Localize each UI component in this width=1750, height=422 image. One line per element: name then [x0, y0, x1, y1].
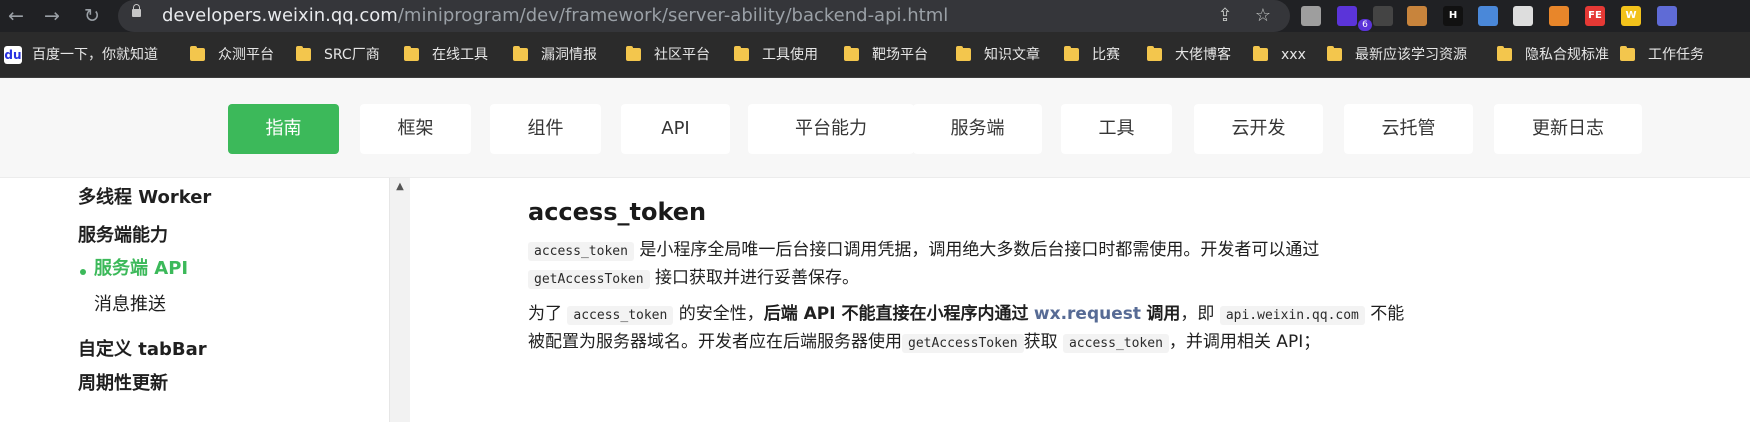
- top-navigation: 指南 框架 组件 API 平台能力 服务端 工具 云开发 云托管 更新日志: [0, 78, 1750, 178]
- browser-toolbar: ← → ↻ developers.weixin.qq.com/miniprogr…: [0, 0, 1750, 32]
- folder-icon: [626, 46, 641, 61]
- bookmark-label: 工具使用: [762, 47, 818, 63]
- strong-text: 调用: [1146, 304, 1181, 324]
- folder-icon: [513, 46, 528, 61]
- paragraph-1: access_token 是小程序全局唯一后台接口调用凭据，调用绝大多数后台接口…: [528, 236, 1319, 266]
- pin-extension-icon[interactable]: [1478, 6, 1498, 26]
- tab-guide[interactable]: 指南: [228, 104, 339, 154]
- cookie-extension-icon[interactable]: [1407, 6, 1427, 26]
- h-extension-icon[interactable]: H: [1443, 6, 1463, 26]
- arrow-extension-icon[interactable]: [1549, 6, 1569, 26]
- bookmark-label: 社区平台: [654, 47, 710, 63]
- stack-extension-icon[interactable]: [1337, 6, 1357, 26]
- bookmark-label: 知识文章: [984, 47, 1040, 63]
- paragraph-2-line-2: 被配置为服务器域名。开发者应在后端服务器使用 getAccessToken 获取 a…: [528, 328, 1320, 358]
- text: 是小程序全局唯一后台接口调用凭据，调用绝大多数后台接口时都需使用。开发者可以通过: [639, 240, 1320, 260]
- sidebar-item-server-ability[interactable]: 服务端能力: [78, 224, 168, 248]
- tab-api[interactable]: API: [621, 104, 730, 154]
- inline-code: getAccessToken: [528, 270, 650, 289]
- bookmark-label: 大佬博客: [1175, 47, 1231, 63]
- url-host: developers.weixin.qq.com: [162, 5, 398, 26]
- wx-request-link[interactable]: wx.request: [1034, 304, 1141, 324]
- bookmark-label: SRC厂商: [324, 47, 380, 63]
- section-heading: access_token: [528, 198, 707, 226]
- folder-icon: [1620, 46, 1635, 61]
- text: ，即: [1180, 304, 1215, 324]
- inline-code: api.weixin.qq.com: [1219, 306, 1365, 325]
- bookmark-label: 漏洞情报: [541, 47, 597, 63]
- sidebar-item-push[interactable]: 消息推送: [94, 293, 166, 317]
- address-bar[interactable]: developers.weixin.qq.com/miniprogram/dev…: [118, 0, 1290, 32]
- tab-platform[interactable]: 平台能力: [748, 104, 914, 154]
- folder-icon: [1064, 46, 1079, 61]
- robot-extension-icon[interactable]: [1513, 6, 1533, 26]
- bookmark-label: 众测平台: [218, 47, 274, 63]
- sidebar-scrollbar[interactable]: ▲: [390, 178, 410, 422]
- tab-server[interactable]: 服务端: [913, 104, 1042, 154]
- fe-extension-icon[interactable]: FE: [1585, 6, 1605, 26]
- bookmark-label: 隐私合规标准: [1525, 47, 1609, 63]
- text: 不能: [1370, 304, 1405, 324]
- bookmarks-bar: du 百度一下，你就知道 众测平台 SRC厂商 在线工具 漏洞情报 社区平台 工具使用 靶场平台…: [0, 32, 1750, 78]
- person-extension-icon[interactable]: [1657, 6, 1677, 26]
- text: 获取: [1023, 332, 1058, 352]
- baidu-icon: du: [4, 46, 22, 64]
- bookmark-label: 最新应该学习资源: [1355, 47, 1467, 63]
- tab-framework[interactable]: 框架: [360, 104, 471, 154]
- star-icon[interactable]: ☆: [1252, 5, 1274, 27]
- forward-icon[interactable]: →: [40, 4, 64, 28]
- inline-code: getAccessToken: [902, 334, 1024, 353]
- scroll-up-icon[interactable]: ▲: [390, 180, 410, 194]
- text: ，并调用相关 API；: [1168, 332, 1321, 352]
- folder-icon: [1327, 46, 1342, 61]
- inline-code: access_token: [567, 306, 674, 325]
- strong-text: 后端 API 不能直接在小程序内通过: [763, 304, 1029, 324]
- active-indicator: [80, 269, 86, 275]
- share-icon[interactable]: ⇪: [1214, 5, 1236, 27]
- circle-extension-icon[interactable]: [1301, 6, 1321, 26]
- bookmark-label: 比赛: [1092, 47, 1120, 63]
- sidebar: [0, 178, 390, 422]
- inline-code: access_token: [1062, 334, 1169, 353]
- w-extension-icon[interactable]: W: [1621, 6, 1641, 26]
- reload-icon[interactable]: ↻: [80, 4, 104, 28]
- folder-icon: [296, 46, 311, 61]
- tab-cloud-hosting[interactable]: 云托管: [1344, 104, 1473, 154]
- bookmark-label: 在线工具: [432, 47, 488, 63]
- folder-icon: [404, 46, 419, 61]
- sidebar-item-periodic[interactable]: 周期性更新: [78, 372, 168, 396]
- tab-tools[interactable]: 工具: [1061, 104, 1172, 154]
- sidebar-item-tabbar[interactable]: 自定义 tabBar: [78, 338, 207, 362]
- folder-icon: [734, 46, 749, 61]
- page: 指南 框架 组件 API 平台能力 服务端 工具 云开发 云托管 更新日志 ▲ 多线程 Worke…: [0, 78, 1750, 422]
- url-path: /miniprogram/dev/framework/server-abilit…: [397, 5, 949, 26]
- sidebar-item-worker[interactable]: 多线程 Worker: [78, 186, 211, 210]
- extension-badge: 6: [1358, 19, 1372, 31]
- folder-icon: [1253, 46, 1268, 61]
- bookmark-label: 工作任务: [1648, 47, 1704, 63]
- text: 的安全性，: [678, 304, 764, 324]
- inline-code: access_token: [528, 242, 634, 261]
- bookmark-label: xxx: [1281, 47, 1306, 63]
- bookmark-label: 靶场平台: [872, 47, 928, 63]
- tab-component[interactable]: 组件: [490, 104, 601, 154]
- paragraph-1-line-2: getAccessToken 接口获取并进行妥善保存。: [528, 264, 859, 294]
- tab-cloud-dev[interactable]: 云开发: [1194, 104, 1323, 154]
- text: 接口获取并进行妥善保存。: [654, 268, 859, 288]
- folder-icon: [844, 46, 859, 61]
- folder-icon: [1497, 46, 1512, 61]
- lock-icon[interactable]: [132, 4, 141, 17]
- hat-extension-icon[interactable]: [1373, 6, 1393, 26]
- folder-icon: [190, 46, 205, 61]
- sidebar-item-server-api[interactable]: 服务端 API: [94, 257, 188, 281]
- folder-icon: [1147, 46, 1162, 61]
- back-icon[interactable]: ←: [4, 4, 28, 28]
- text: 为了: [528, 304, 562, 324]
- bookmark-label: 百度一下，你就知道: [32, 47, 158, 63]
- folder-icon: [956, 46, 971, 61]
- paragraph-2: 为了 access_token 的安全性，后端 API 不能直接在小程序内通过 …: [528, 300, 1404, 330]
- text: 被配置为服务器域名。开发者应在后端服务器使用: [528, 332, 902, 352]
- tab-changelog[interactable]: 更新日志: [1494, 104, 1642, 154]
- url-text[interactable]: developers.weixin.qq.com/miniprogram/dev…: [162, 5, 948, 27]
